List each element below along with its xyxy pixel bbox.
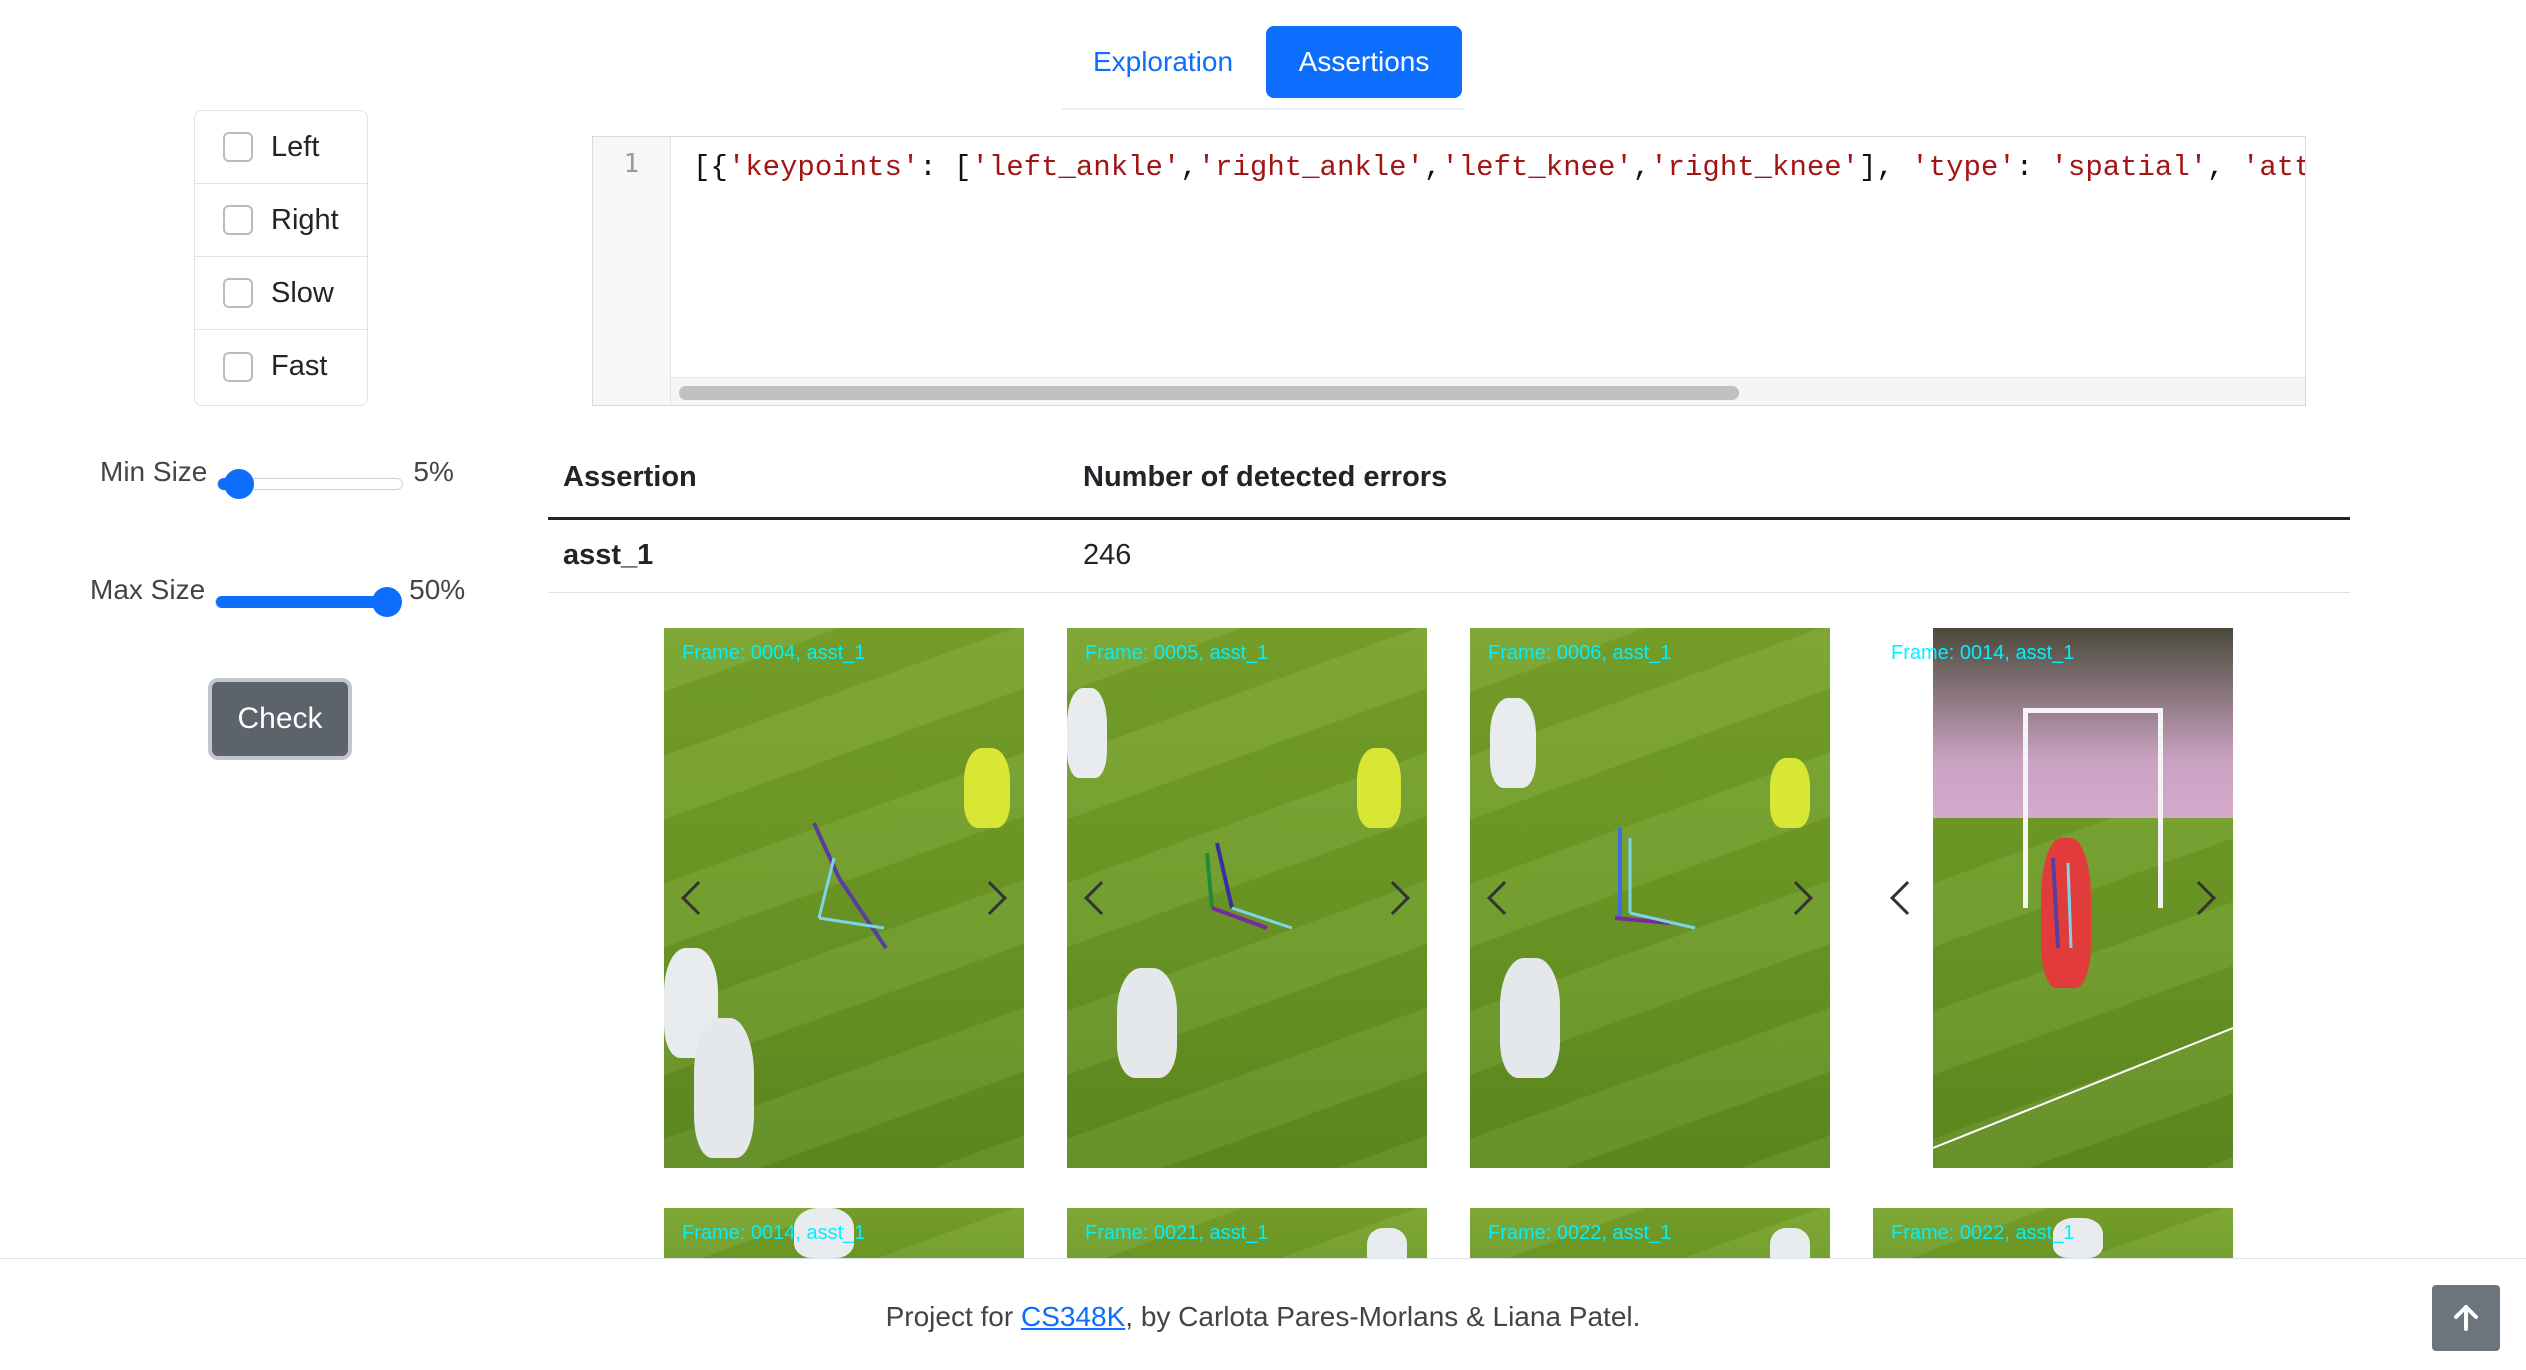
left-checkbox[interactable] bbox=[223, 132, 253, 162]
code-token: , bbox=[1632, 151, 1651, 184]
assertion-name-cell: asst_1 bbox=[548, 518, 1068, 593]
table-row[interactable]: asst_1 246 bbox=[548, 518, 2350, 593]
course-link[interactable]: CS348K bbox=[1021, 1301, 1125, 1332]
code-string: 'left_knee' bbox=[1441, 151, 1633, 184]
footer-suffix: , by Carlota Pares-Morlans & Liana Patel… bbox=[1125, 1301, 1641, 1332]
footer-prefix: Project for bbox=[885, 1301, 1021, 1332]
max-size-slider[interactable] bbox=[215, 587, 403, 617]
min-size-label: Min Size bbox=[100, 456, 208, 487]
frame-label: Frame: 0014, asst_1 bbox=[682, 1222, 866, 1244]
fast-checkbox-label: Fast bbox=[271, 350, 328, 382]
pose-skeleton bbox=[1614, 828, 1696, 930]
line-number: 1 bbox=[623, 149, 640, 179]
slow-checkbox[interactable] bbox=[223, 278, 253, 308]
check-button[interactable]: Check bbox=[208, 678, 352, 760]
page-footer: Project for CS348K, by Carlota Pares-Mor… bbox=[0, 1258, 2526, 1370]
code-token: [{ bbox=[693, 151, 728, 184]
scroll-to-top-button[interactable] bbox=[2432, 1285, 2500, 1351]
code-token: , bbox=[1180, 151, 1198, 184]
code-token: , bbox=[2207, 151, 2242, 184]
pose-skeleton bbox=[812, 822, 888, 950]
code-string: 'left_ankle' bbox=[971, 151, 1181, 184]
editor-gutter: 1 bbox=[593, 137, 671, 405]
assertion-code-editor[interactable]: 1 [{'keypoints': ['left_ankle','right_an… bbox=[592, 136, 2306, 406]
arrow-up-icon bbox=[2454, 1305, 2478, 1331]
filter-item-slow[interactable]: Slow bbox=[195, 257, 367, 330]
max-size-slider-thumb[interactable] bbox=[372, 587, 403, 617]
header-assertion: Assertion bbox=[548, 438, 1068, 520]
frame-label: Frame: 0022, asst_1 bbox=[1891, 1222, 2075, 1244]
view-tabs: Exploration Assertions bbox=[1062, 26, 1464, 110]
error-count-cell: 246 bbox=[1068, 518, 2350, 593]
tab-exploration[interactable]: Exploration bbox=[1062, 26, 1264, 98]
min-size-slider[interactable] bbox=[217, 469, 404, 499]
pose-skeleton bbox=[1205, 842, 1293, 930]
code-token: : bbox=[2015, 151, 2051, 184]
slow-checkbox-label: Slow bbox=[271, 276, 334, 309]
max-size-label: Max Size bbox=[90, 574, 206, 605]
min-size-value: 5% bbox=[413, 456, 454, 487]
min-size-control: Min Size 5% bbox=[100, 454, 454, 499]
code-line[interactable]: [{'keypoints': ['left_ankle','right_ankl… bbox=[693, 151, 2305, 184]
frame-label: Frame: 0004, asst_1 bbox=[682, 642, 866, 664]
frame-label: Frame: 0014, asst_1 bbox=[1891, 642, 2075, 664]
code-string: 'right_ankle' bbox=[1197, 151, 1424, 184]
pose-skeleton bbox=[1932, 857, 2233, 1149]
fast-checkbox[interactable] bbox=[223, 351, 253, 382]
code-string: 'keypoints' bbox=[727, 151, 920, 184]
filter-item-right[interactable]: Right bbox=[195, 184, 367, 257]
filter-item-fast[interactable]: Fast bbox=[195, 330, 367, 403]
left-checkbox-label: Left bbox=[271, 130, 320, 163]
max-size-control: Max Size 50% bbox=[90, 572, 466, 617]
right-checkbox[interactable] bbox=[223, 205, 253, 235]
frame-carousel[interactable]: Frame: 0004, asst_1 bbox=[664, 628, 1024, 1168]
filter-item-left[interactable]: Left bbox=[195, 111, 367, 184]
assertion-results-table: Assertion Number of detected errors asst… bbox=[548, 438, 2350, 593]
max-size-value: 50% bbox=[409, 574, 466, 605]
max-size-slider-fill bbox=[216, 596, 393, 608]
frame-carousel[interactable]: Frame: 0006, asst_1 bbox=[1470, 628, 1830, 1168]
editor-horizontal-scrollbar[interactable] bbox=[671, 377, 2305, 405]
tab-assertions[interactable]: Assertions bbox=[1266, 26, 1462, 98]
frame-label: Frame: 0006, asst_1 bbox=[1488, 642, 1672, 664]
code-string: 'att: bbox=[2241, 151, 2305, 184]
frame-label: Frame: 0022, asst_1 bbox=[1488, 1222, 1672, 1244]
code-string: 'type' bbox=[1911, 151, 2016, 184]
footer-credits: Project for CS348K, by Carlota Pares-Mor… bbox=[0, 1301, 2526, 1333]
header-detected-errors: Number of detected errors bbox=[1068, 438, 2350, 520]
frame-label: Frame: 0005, asst_1 bbox=[1085, 642, 1269, 664]
frame-carousel[interactable]: Frame: 0014, asst_1 bbox=[1873, 628, 2233, 1168]
direction-speed-filter-list: Left Right Slow Fast bbox=[194, 110, 368, 406]
code-token: ], bbox=[1859, 151, 1912, 184]
code-token: , bbox=[1423, 151, 1442, 184]
table-header-row: Assertion Number of detected errors bbox=[548, 438, 2350, 520]
code-string: 'spatial' bbox=[2050, 151, 2208, 184]
code-token: : [ bbox=[919, 151, 972, 184]
code-string: 'right_knee' bbox=[1650, 151, 1860, 184]
editor-scrollbar-thumb[interactable] bbox=[679, 386, 1739, 400]
right-checkbox-label: Right bbox=[271, 203, 339, 236]
min-size-slider-thumb[interactable] bbox=[224, 469, 255, 499]
frame-label: Frame: 0021, asst_1 bbox=[1085, 1222, 1269, 1244]
frame-carousel[interactable]: Frame: 0005, asst_1 bbox=[1067, 628, 1427, 1168]
